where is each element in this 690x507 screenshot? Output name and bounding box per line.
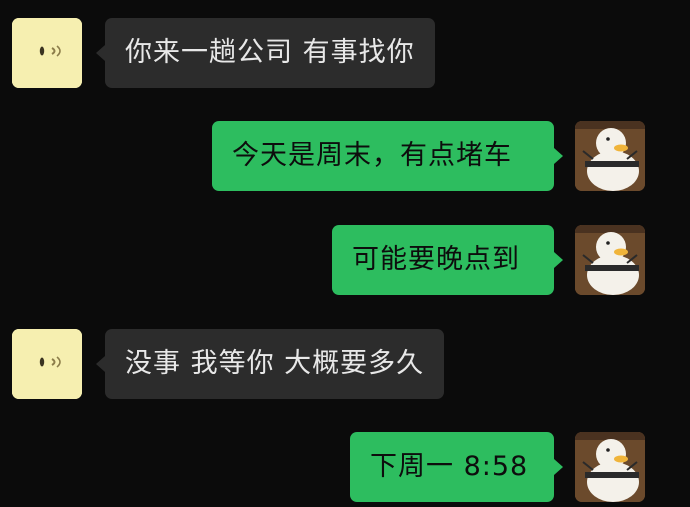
bubble-tail [554, 252, 563, 268]
message-bubble[interactable]: 你来一趟公司 有事找你 [105, 18, 435, 88]
message-row-outgoing: 下周一 8:58 [0, 432, 690, 507]
bubble-tail [554, 459, 563, 475]
duck-avatar[interactable] [575, 432, 645, 502]
duck-avatar[interactable] [575, 121, 645, 191]
yellow-face-icon [12, 18, 82, 88]
bubble-tail [96, 356, 105, 372]
message-bubble[interactable]: 今天是周末，有点堵车 [212, 121, 554, 191]
message-bubble[interactable]: 没事 我等你 大概要多久 [105, 329, 445, 399]
message-row-incoming: 没事 我等你 大概要多久 [0, 329, 690, 409]
duck-icon [575, 121, 645, 191]
bubble-tail [554, 148, 563, 164]
message-row-outgoing: 今天是周末，有点堵车 [0, 121, 690, 201]
yellow-face-icon [12, 329, 82, 399]
message-bubble[interactable]: 可能要晚点到 [332, 225, 554, 295]
bubble-tail [96, 45, 105, 61]
message-bubble[interactable]: 下周一 8:58 [350, 432, 554, 502]
message-row-incoming: 你来一趟公司 有事找你 [0, 18, 690, 98]
duck-icon [575, 432, 645, 502]
chat-window: 你来一趟公司 有事找你 今天是周末，有点堵车 可能要晚点到 没事 我等你 大概要… [0, 0, 690, 507]
yellow-face-avatar[interactable] [12, 18, 82, 88]
duck-avatar[interactable] [575, 225, 645, 295]
yellow-face-avatar[interactable] [12, 329, 82, 399]
message-row-outgoing: 可能要晚点到 [0, 225, 690, 305]
duck-icon [575, 225, 645, 295]
